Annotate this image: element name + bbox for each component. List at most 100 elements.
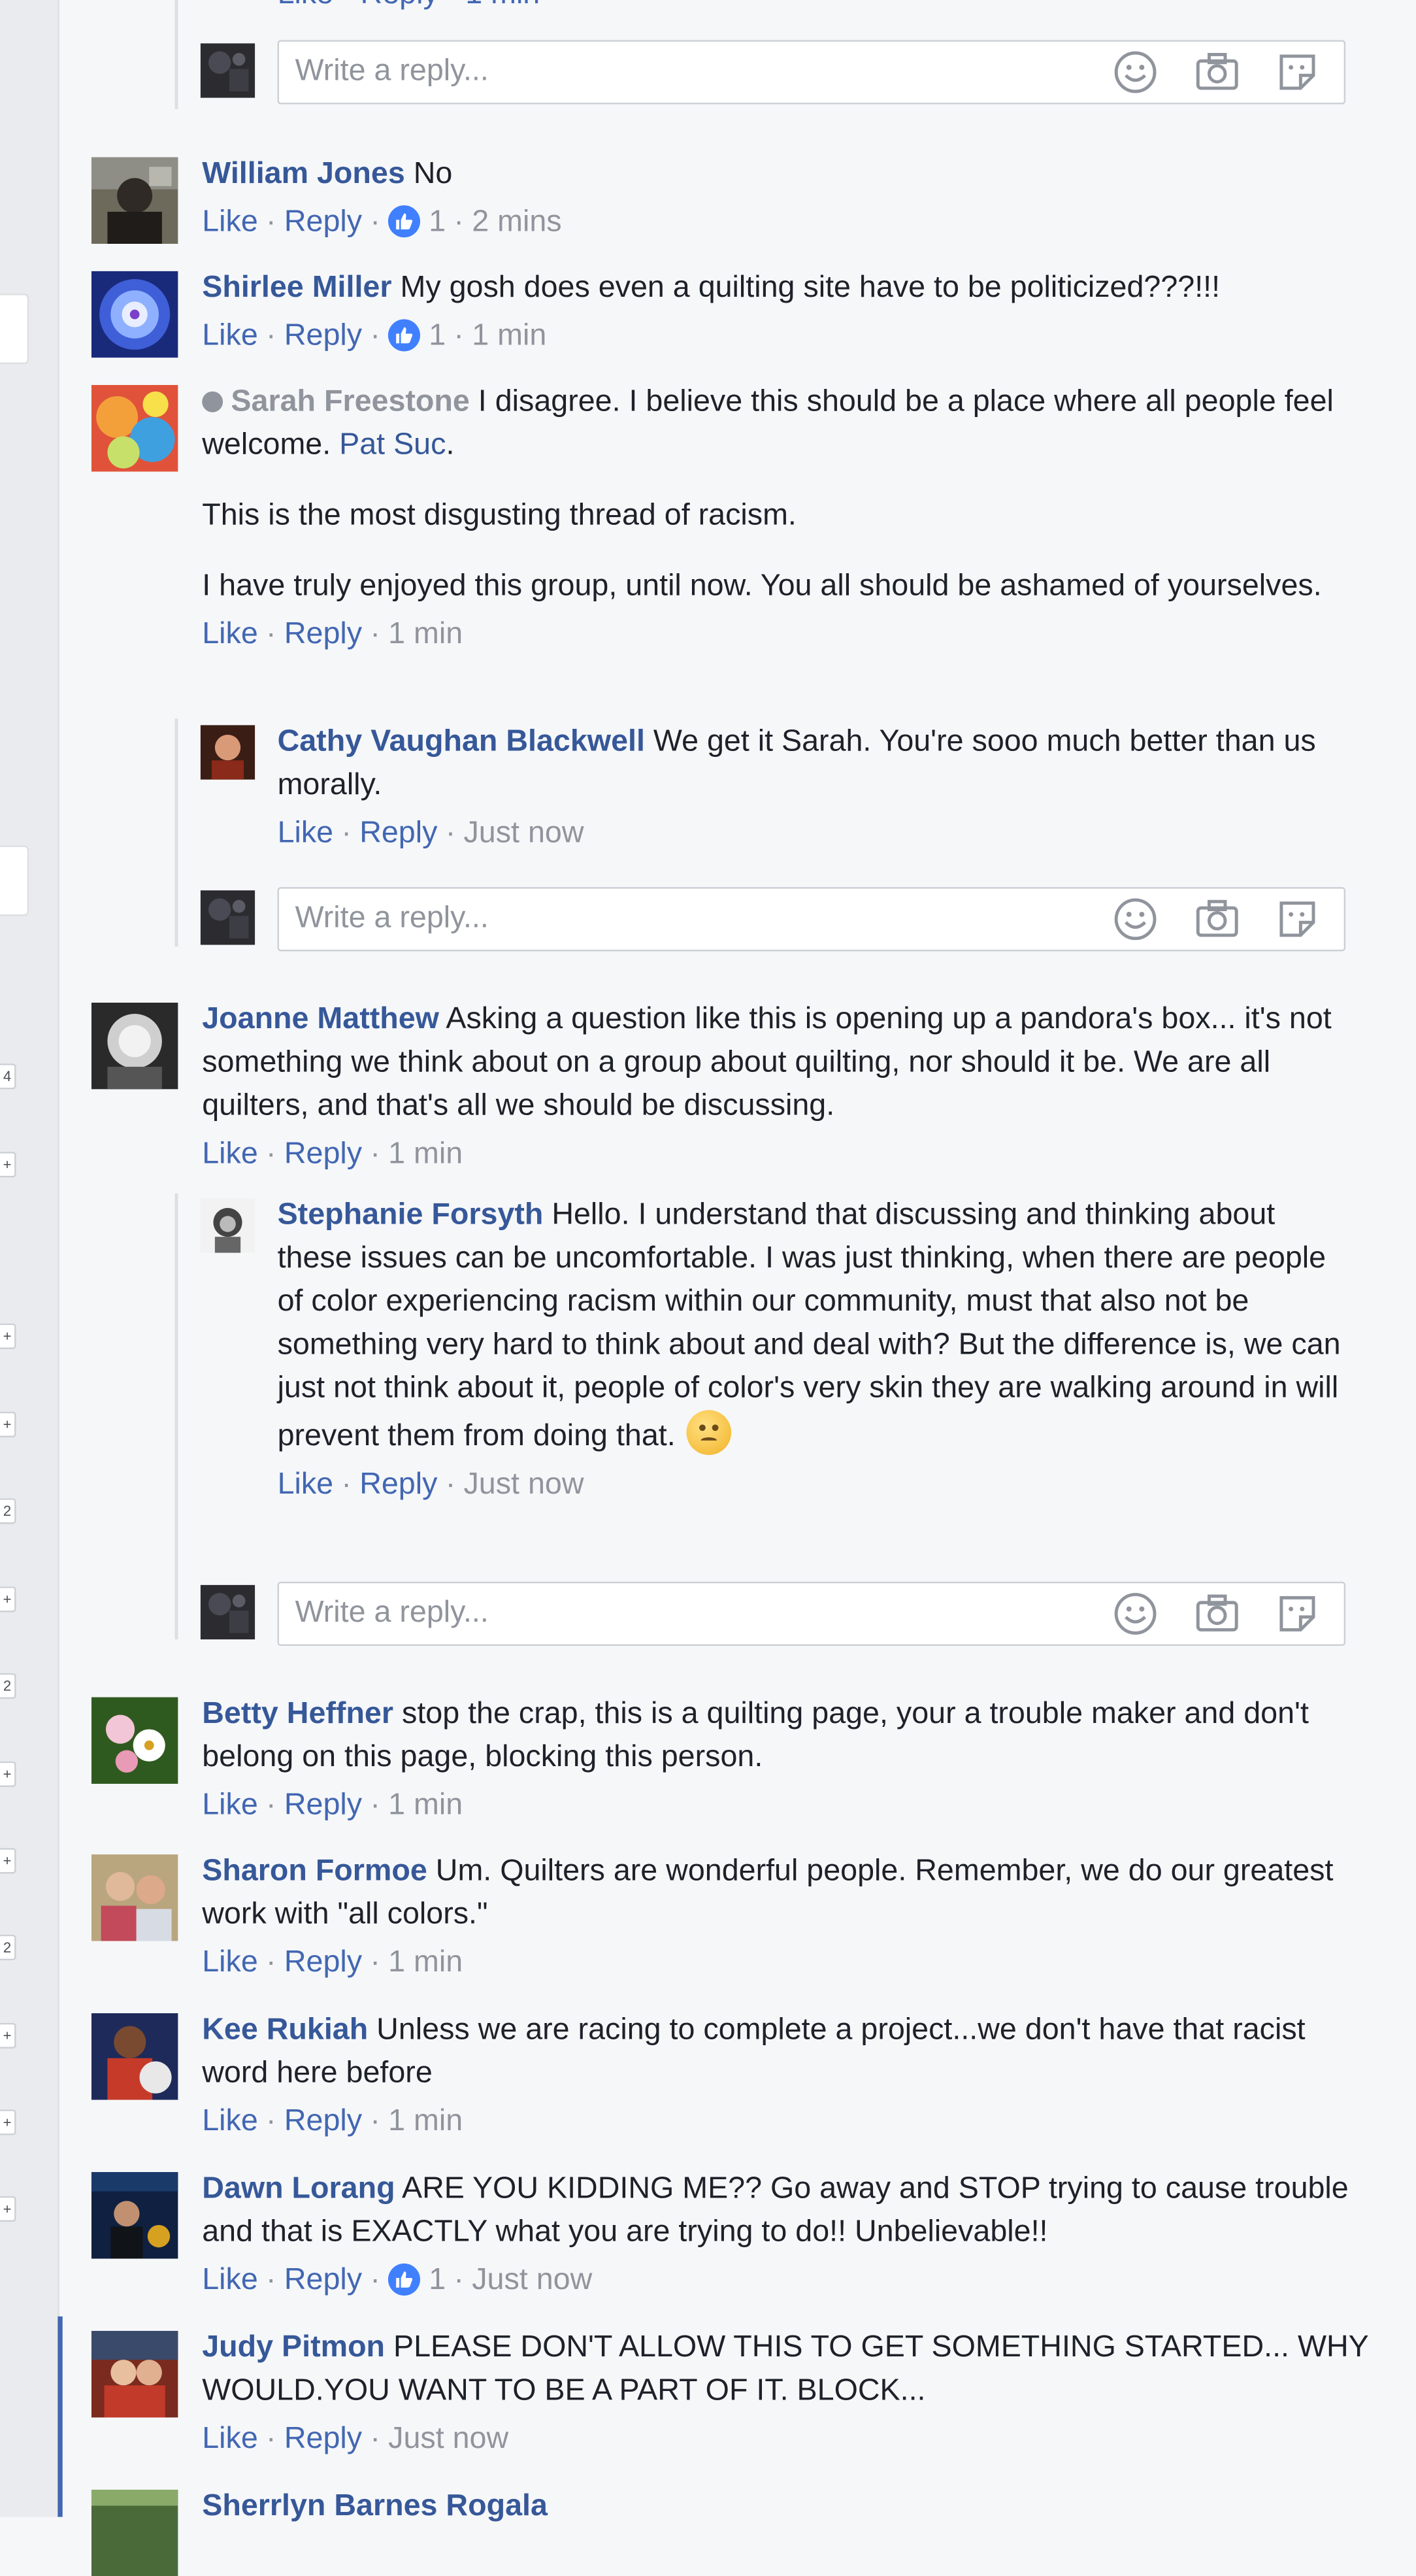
like-link[interactable]: Like <box>202 2264 258 2298</box>
avatar[interactable] <box>91 1697 178 1784</box>
timestamp[interactable]: 1 min <box>388 1946 463 1980</box>
like-link[interactable]: Like <box>278 816 334 850</box>
timestamp[interactable]: 1 min <box>388 1137 463 1171</box>
avatar[interactable] <box>91 1002 178 1090</box>
comment: Kee Rukiah Unless we are racing to compl… <box>91 2009 1374 2143</box>
like-link[interactable]: Like <box>202 205 258 239</box>
timestamp[interactable]: 1 min <box>388 1788 463 1822</box>
timestamp[interactable]: Just now <box>463 1468 584 1502</box>
comment-actions: Like · Reply · Just now <box>202 2422 509 2456</box>
avatar[interactable] <box>91 2013 178 2100</box>
reply-composer: Write a reply... <box>200 887 1346 952</box>
emoji-icon[interactable] <box>1113 1592 1158 1637</box>
commenter-name[interactable]: Sarah Freestone <box>202 385 470 419</box>
reply-link[interactable]: Reply <box>284 319 362 353</box>
comment-actions: Like · Reply · 1 · Just now <box>202 2263 593 2298</box>
mention-link[interactable]: Pat Suc <box>339 428 446 462</box>
comment-text: My gosh does even a quilting site have t… <box>400 271 1221 305</box>
comment-actions: Like · Reply · Just now <box>277 816 584 850</box>
comment-text: Unless we are racing to complete a proje… <box>202 2013 1306 2090</box>
comment-actions: Like · Reply · 1 · 1 min <box>202 319 547 353</box>
avatar[interactable] <box>200 1584 255 1640</box>
like-link[interactable]: Like <box>202 2105 258 2139</box>
thread-line <box>174 0 178 109</box>
comment-actions: Like · Reply · 1 min <box>202 2104 463 2139</box>
timestamp[interactable]: 1 min <box>472 319 546 353</box>
reaction-count[interactable]: 1 <box>429 2264 446 2298</box>
commenter-name[interactable]: Shirlee Miller <box>202 271 391 305</box>
avatar[interactable] <box>200 43 255 98</box>
like-link[interactable]: Like <box>202 2422 258 2456</box>
reply-link[interactable]: Reply <box>359 1468 437 1502</box>
reply-link[interactable]: Reply <box>284 1137 362 1171</box>
avatar[interactable] <box>91 2489 178 2576</box>
reply-link[interactable]: Reply <box>284 1788 362 1822</box>
emoji-icon[interactable] <box>1113 50 1158 95</box>
reply-link[interactable]: Reply <box>359 816 437 850</box>
reply-tools <box>1084 1592 1320 1637</box>
timestamp[interactable]: Just now <box>472 2264 592 2298</box>
like-reaction-icon[interactable] <box>388 319 421 352</box>
timestamp[interactable]: Just now <box>388 2422 508 2456</box>
reply-link[interactable]: Reply <box>284 2422 362 2456</box>
camera-icon[interactable] <box>1194 897 1239 942</box>
avatar[interactable] <box>91 385 178 472</box>
avatar[interactable] <box>91 2330 178 2418</box>
comment-actions: Like · Reply · 1 min <box>202 1788 463 1822</box>
comment-actions: Like · Reply · 1 min <box>202 1945 463 1980</box>
timestamp[interactable]: Just now <box>463 816 584 850</box>
commenter-name[interactable]: Kee Rukiah <box>202 2013 368 2047</box>
thread-line <box>174 1193 178 1640</box>
commenter-name[interactable]: Cathy Vaughan Blackwell <box>278 725 645 759</box>
commenter-name[interactable]: Sherrlyn Barnes Rogala <box>202 2490 548 2524</box>
timestamp[interactable]: 2 mins <box>472 205 561 239</box>
avatar[interactable] <box>91 271 178 358</box>
comment-actions: Like · Reply · Just now <box>277 1467 584 1502</box>
sticker-icon[interactable] <box>1275 50 1320 95</box>
timestamp[interactable]: 1 min <box>388 618 463 652</box>
commenter-name[interactable]: Joanne Matthew <box>202 1003 439 1037</box>
sticker-icon[interactable] <box>1275 897 1320 942</box>
like-reaction-icon[interactable] <box>388 2263 421 2296</box>
comments-feed: Like · Reply · 1 min Write a reply... Wi… <box>0 0 1416 2576</box>
reaction-count[interactable]: 1 <box>429 205 446 239</box>
reply-link[interactable]: Reply <box>284 618 362 652</box>
reply-link[interactable]: Reply <box>284 2264 362 2298</box>
like-link[interactable]: Like <box>202 1946 258 1980</box>
like-link[interactable]: Like <box>202 319 258 353</box>
reaction-count[interactable]: 1 <box>429 319 446 353</box>
commenter-name[interactable]: Betty Heffner <box>202 1698 393 1731</box>
like-link[interactable]: Like <box>202 618 258 652</box>
like-link[interactable]: Like <box>202 1788 258 1822</box>
commenter-name[interactable]: Stephanie Forsyth <box>278 1198 544 1232</box>
comment-actions: Like · Reply · 1 min <box>202 1137 463 1171</box>
emoji-icon[interactable] <box>1113 897 1158 942</box>
like-reaction-icon[interactable] <box>388 205 421 238</box>
sticker-icon[interactable] <box>1275 1592 1320 1637</box>
camera-icon[interactable] <box>1194 1592 1239 1637</box>
reply-link[interactable]: Reply <box>284 2105 362 2139</box>
like-link[interactable]: Like <box>278 1468 334 1502</box>
timestamp[interactable]: 1 min <box>388 2105 463 2139</box>
camera-icon[interactable] <box>1194 50 1239 95</box>
avatar[interactable] <box>91 157 178 244</box>
avatar[interactable] <box>91 1854 178 1941</box>
like-link[interactable]: Like <box>202 1137 258 1171</box>
avatar[interactable] <box>91 2171 178 2259</box>
commenter-name[interactable]: Dawn Lorang <box>202 2172 395 2206</box>
avatar[interactable] <box>200 890 255 945</box>
comment-paragraph: This is the most disgusting thread of ra… <box>202 499 797 533</box>
mention-punctuation: . <box>446 428 455 462</box>
reply-link[interactable]: Reply <box>284 205 362 239</box>
verified-icon <box>202 391 223 412</box>
commenter-name[interactable]: Judy Pitmon <box>202 2331 385 2365</box>
avatar[interactable] <box>200 725 255 780</box>
commenter-name[interactable]: Sharon Formoe <box>202 1854 427 1888</box>
commenter-name[interactable]: William Jones <box>202 158 405 192</box>
comment-actions: Like · Reply · 1 min <box>202 617 463 652</box>
avatar[interactable] <box>200 1198 255 1253</box>
cutoff-actions: Like · Reply · 1 min <box>278 0 540 16</box>
reply-link[interactable]: Reply <box>284 1946 362 1980</box>
comment: Sherrlyn Barnes Rogala <box>91 2485 1374 2576</box>
comment-text: Hello. I understand that discussing and … <box>277 1198 1341 1454</box>
